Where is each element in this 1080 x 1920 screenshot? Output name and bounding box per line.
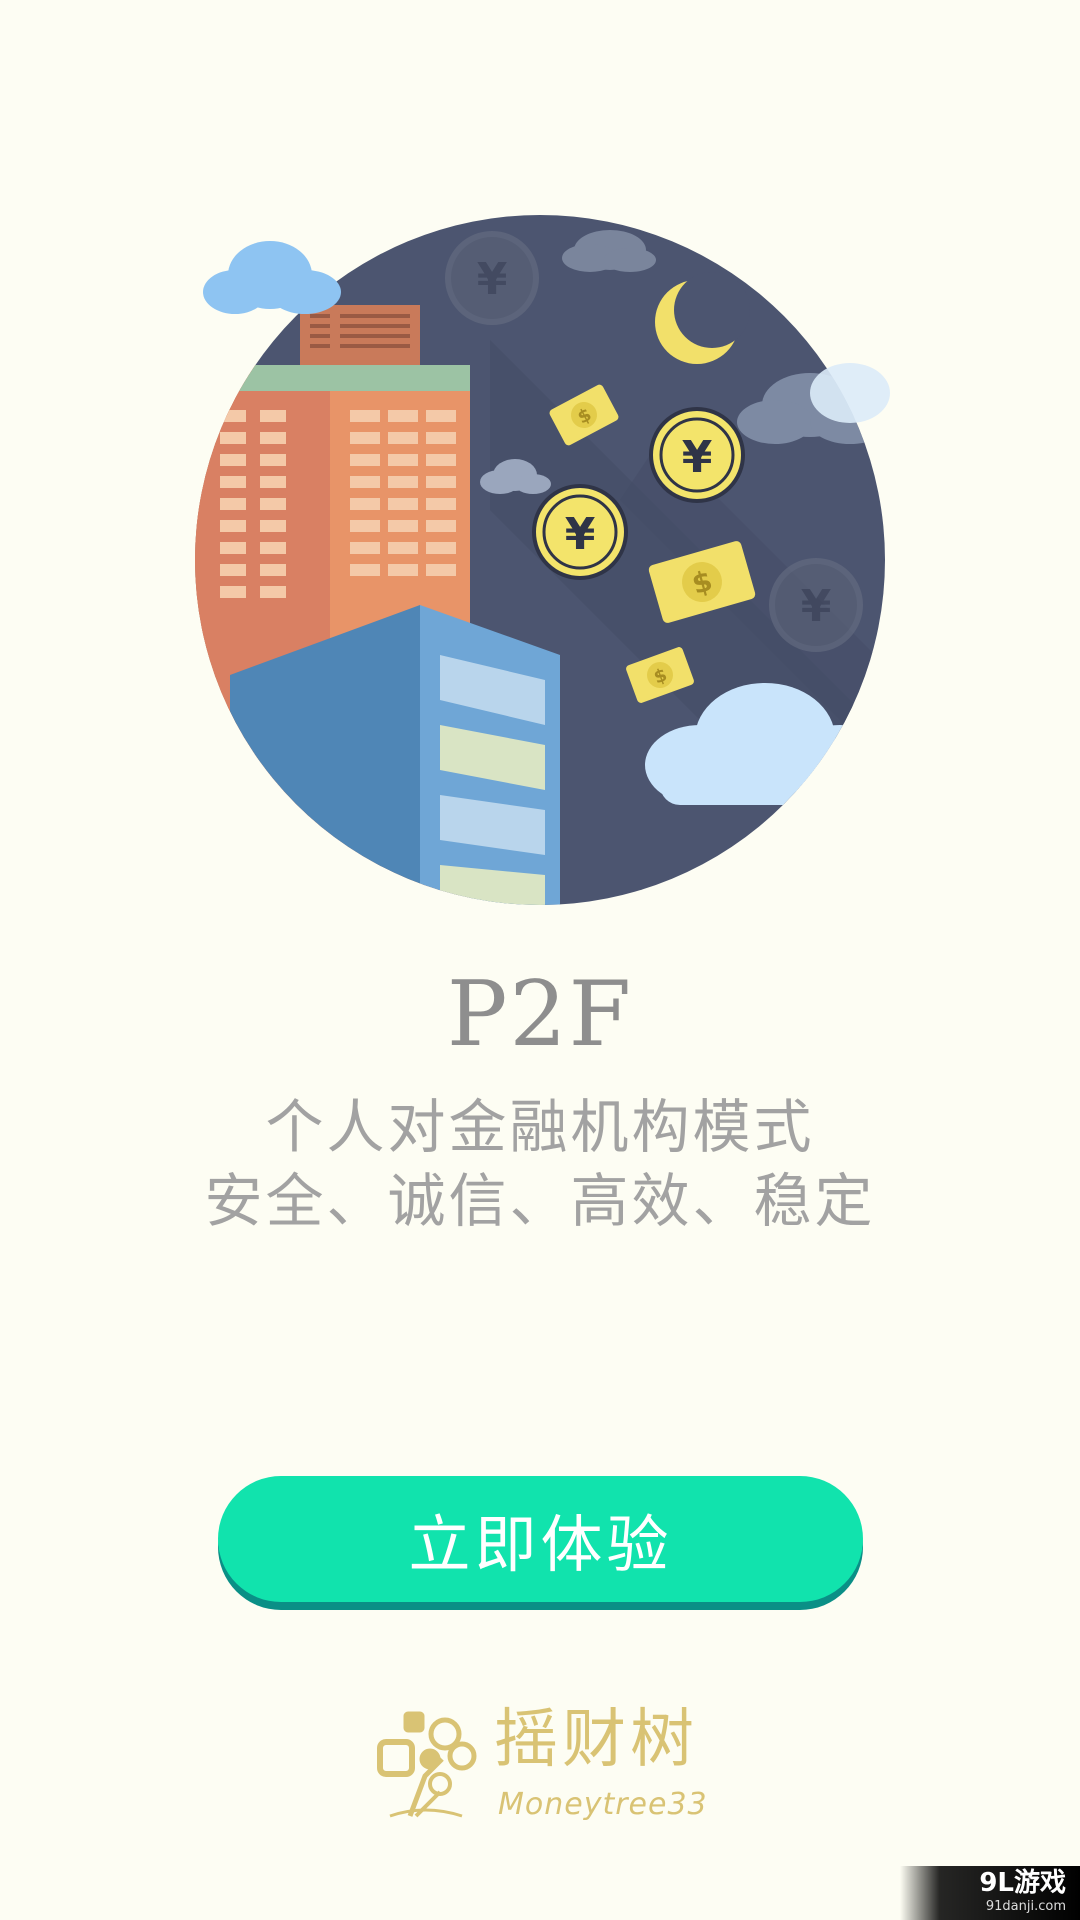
svg-text:¥: ¥ bbox=[565, 509, 596, 560]
try-now-button[interactable]: 立即体验 bbox=[218, 1476, 863, 1602]
hero-illustration: ¥ ¥ ¥ ¥ $ $ $ bbox=[190, 210, 890, 910]
coin-icon: ¥ bbox=[532, 484, 628, 580]
page-title: P2F bbox=[446, 962, 634, 1067]
cloud-icon bbox=[810, 363, 890, 423]
svg-text:¥: ¥ bbox=[801, 581, 832, 632]
brand-logo: 摇财树 Moneytree33 bbox=[370, 1700, 710, 1830]
svg-text:¥: ¥ bbox=[682, 432, 713, 483]
faded-coin-icon: ¥ bbox=[445, 231, 539, 325]
svg-text:¥: ¥ bbox=[477, 254, 508, 305]
faded-coin-icon: ¥ bbox=[769, 558, 863, 652]
coin-icon: ¥ bbox=[649, 407, 745, 503]
cloud-icon bbox=[203, 241, 341, 314]
money-tree-logo-icon bbox=[377, 1711, 477, 1818]
splash-screen: ¥ ¥ ¥ ¥ $ $ $ P2F 个人对金融机构模式 安全、诚信、高效、稳定 … bbox=[0, 0, 1080, 1920]
site-watermark: 9L游戏 91danji.com bbox=[900, 1866, 1080, 1920]
watermark-logo-text: 9L游戏 bbox=[979, 1868, 1066, 1898]
watermark-url: 91danji.com bbox=[985, 1899, 1066, 1914]
tagline-line-1: 个人对金融机构模式 bbox=[265, 1093, 815, 1161]
brand-name-cn: 摇财树 bbox=[494, 1703, 698, 1777]
tagline-line-2: 安全、诚信、高效、稳定 bbox=[204, 1167, 876, 1235]
brand-name-en: Moneytree33 bbox=[498, 1787, 708, 1822]
